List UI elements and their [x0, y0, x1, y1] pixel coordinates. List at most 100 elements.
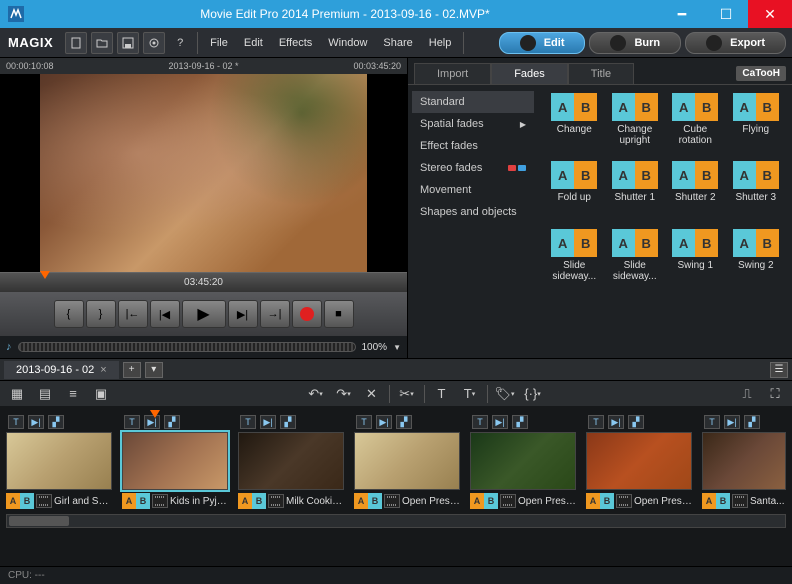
list-view-button[interactable]: ≡ — [62, 384, 84, 404]
playhead-icon[interactable] — [40, 271, 50, 279]
effect-marker-icon[interactable]: ▞ — [280, 415, 296, 429]
category-item[interactable]: Shapes and objects — [412, 201, 534, 223]
help-icon[interactable]: ? — [169, 32, 191, 54]
timeline-clip[interactable]: T ▶| ▞ AB Girl and Sant... — [6, 414, 112, 510]
go-start-button[interactable]: |◀ — [150, 300, 180, 328]
ab-transition-icon[interactable]: AB — [6, 493, 34, 509]
category-item[interactable]: Movement — [412, 179, 534, 201]
transition-item[interactable]: ABSlide sideway... — [546, 229, 603, 291]
redo-button[interactable]: ↷▾ — [333, 384, 355, 404]
timeline-clip[interactable]: T ▶| ▞ AB Santa... — [702, 414, 786, 510]
tag-button[interactable]: 🏷▾ — [494, 384, 516, 404]
category-item[interactable]: Spatial fades▶ — [412, 113, 534, 135]
ab-transition-icon[interactable]: AB — [470, 493, 498, 509]
category-item[interactable]: Stereo fades — [412, 157, 534, 179]
fullscreen-button[interactable]: ⛶ — [764, 384, 786, 404]
edit-mode-button[interactable]: Edit — [499, 32, 586, 54]
transition-marker-icon[interactable]: ▶| — [376, 415, 392, 429]
menu-window[interactable]: Window — [320, 37, 375, 49]
transition-item[interactable]: ABShutter 3 — [728, 161, 785, 223]
maximize-button[interactable]: ☐ — [704, 0, 748, 28]
ab-transition-icon[interactable]: AB — [354, 493, 382, 509]
open-icon[interactable] — [91, 32, 113, 54]
timeline-playhead-icon[interactable] — [150, 410, 160, 418]
transition-item[interactable]: ABShutter 2 — [667, 161, 724, 223]
add-tab-button[interactable]: + — [123, 362, 141, 378]
transition-marker-icon[interactable]: ▶| — [260, 415, 276, 429]
title-marker-icon[interactable]: T — [704, 415, 720, 429]
catooh-button[interactable]: CaTooH — [736, 66, 786, 81]
timeline[interactable]: T ▶| ▞ AB Girl and Sant... T ▶| ▞ AB Kid… — [0, 406, 792, 566]
delete-button[interactable]: ✕ — [361, 384, 383, 404]
title-marker-icon[interactable]: T — [472, 415, 488, 429]
save-icon[interactable] — [117, 32, 139, 54]
panel-menu-button[interactable]: ☰ — [770, 362, 788, 378]
ab-transition-icon[interactable]: AB — [702, 493, 730, 509]
close-button[interactable]: ✕ — [748, 0, 792, 28]
stop-button[interactable]: ■ — [324, 300, 354, 328]
timeline-clip[interactable]: T ▶| ▞ AB Open Presents... — [470, 414, 576, 510]
menu-effects[interactable]: Effects — [271, 37, 320, 49]
close-tab-icon[interactable]: × — [100, 364, 106, 376]
effect-marker-icon[interactable]: ▞ — [164, 415, 180, 429]
tab-menu-button[interactable]: ▾ — [145, 362, 163, 378]
transition-marker-icon[interactable]: ▶| — [492, 415, 508, 429]
transition-item[interactable]: ABFlying — [728, 93, 785, 155]
timeline-clip[interactable]: T ▶| ▞ AB Open Presents... — [586, 414, 692, 510]
title-template-button[interactable]: T▾ — [459, 384, 481, 404]
ab-transition-icon[interactable]: AB — [586, 493, 614, 509]
effect-marker-icon[interactable]: ▞ — [512, 415, 528, 429]
transition-item[interactable]: ABSlide sideway... — [607, 229, 664, 291]
timeline-clip[interactable]: T ▶| ▞ AB Open Presents... — [354, 414, 460, 510]
effect-marker-icon[interactable]: ▞ — [396, 415, 412, 429]
zoom-dropdown-icon[interactable]: ▼ — [393, 343, 401, 352]
jog-slider[interactable] — [18, 342, 356, 352]
transition-item[interactable]: ABShutter 1 — [607, 161, 664, 223]
timeline-clip[interactable]: T ▶| ▞ AB Kids in Pyjam... — [122, 414, 228, 510]
transition-item[interactable]: ABCube rotation — [667, 93, 724, 155]
title-marker-icon[interactable]: T — [124, 415, 140, 429]
menu-edit[interactable]: Edit — [236, 37, 271, 49]
transition-marker-icon[interactable]: ▶| — [608, 415, 624, 429]
group-button[interactable]: {·}▾ — [522, 384, 544, 404]
transition-item[interactable]: ABSwing 2 — [728, 229, 785, 291]
transition-item[interactable]: ABFold up — [546, 161, 603, 223]
mixer-button[interactable]: ⎍ — [736, 384, 758, 404]
title-marker-icon[interactable]: T — [8, 415, 24, 429]
range-end-button[interactable]: } — [86, 300, 116, 328]
ab-transition-icon[interactable]: AB — [238, 493, 266, 509]
storyboard-view-button[interactable]: ▦ — [6, 384, 28, 404]
title-button[interactable]: T — [431, 384, 453, 404]
range-start-button[interactable]: { — [54, 300, 84, 328]
settings-icon[interactable] — [143, 32, 165, 54]
transition-item[interactable]: ABChange upright — [607, 93, 664, 155]
transition-marker-icon[interactable]: ▶| — [28, 415, 44, 429]
export-mode-button[interactable]: Export — [685, 32, 786, 54]
effect-marker-icon[interactable]: ▞ — [48, 415, 64, 429]
menu-file[interactable]: File — [202, 37, 236, 49]
effect-marker-icon[interactable]: ▞ — [628, 415, 644, 429]
undo-button[interactable]: ↶▾ — [305, 384, 327, 404]
tab-import[interactable]: Import — [414, 63, 491, 84]
preview-monitor[interactable] — [0, 74, 407, 272]
category-item[interactable]: Standard — [412, 91, 534, 113]
record-button[interactable] — [292, 300, 322, 328]
transition-item[interactable]: ABSwing 1 — [667, 229, 724, 291]
title-marker-icon[interactable]: T — [356, 415, 372, 429]
minimize-button[interactable]: ━ — [660, 0, 704, 28]
horizontal-scrollbar[interactable] — [6, 514, 786, 528]
prev-frame-button[interactable]: |← — [118, 300, 148, 328]
burn-mode-button[interactable]: Burn — [589, 32, 681, 54]
go-end-button[interactable]: ▶| — [228, 300, 258, 328]
next-frame-button[interactable]: →| — [260, 300, 290, 328]
new-icon[interactable] — [65, 32, 87, 54]
scene-view-button[interactable]: ▤ — [34, 384, 56, 404]
transition-marker-icon[interactable]: ▶| — [724, 415, 740, 429]
ab-transition-icon[interactable]: AB — [122, 493, 150, 509]
cut-button[interactable]: ✂▾ — [396, 384, 418, 404]
preview-ruler[interactable]: 03:45:20 — [0, 272, 407, 292]
play-button[interactable]: ▶ — [182, 300, 226, 328]
title-marker-icon[interactable]: T — [588, 415, 604, 429]
effect-marker-icon[interactable]: ▞ — [744, 415, 760, 429]
audio-icon[interactable]: ♪ — [6, 341, 12, 353]
